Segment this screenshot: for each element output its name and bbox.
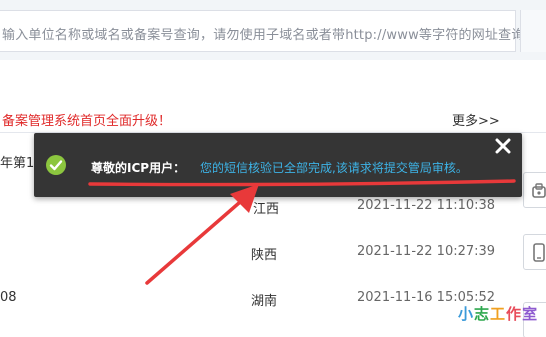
table-row-time: 2021-11-22 11:10:38 [357, 198, 496, 213]
watermark-char: 小 [458, 305, 475, 323]
toast-title: 尊敬的ICP用户： [91, 161, 186, 175]
side-tile-mobile[interactable] [523, 234, 546, 270]
toast-message: 您的短信核验已全部完成,该请求将提交管局审核。 [200, 161, 468, 175]
close-icon[interactable] [494, 137, 512, 155]
table-row-time: 2021-11-22 10:27:39 [357, 244, 496, 259]
page: 输入单位名称或域名或备案号查询，请勿使用子域名或者带http://www等字符的… [0, 0, 546, 337]
news-headline[interactable]: 备案管理系统首页全面升级！ [2, 110, 171, 129]
phone-icon [532, 183, 546, 198]
watermark: 小志工作室 [458, 303, 538, 324]
check-circle-icon [46, 155, 66, 175]
more-link[interactable]: 更多>> [452, 110, 500, 129]
table-row-province: 陕西 [251, 248, 278, 263]
sms-verification-toast: 尊敬的ICP用户： 您的短信核验已全部完成,该请求将提交管局审核。 [34, 133, 522, 197]
watermark-char: 志 [474, 305, 491, 323]
side-tile-phone[interactable] [523, 172, 546, 208]
table-row-name[interactable]: 08 [0, 290, 17, 305]
search-placeholder: 输入单位名称或域名或备案号查询，请勿使用子域名或者带http://www等字符的… [2, 28, 525, 43]
table-row-province: 江西 [253, 202, 280, 217]
watermark-char: 工 [490, 305, 507, 323]
watermark-char: 室 [522, 305, 539, 323]
watermark-char: 作 [506, 305, 523, 323]
search-button[interactable] [520, 10, 546, 52]
table-row-province: 湖南 [251, 294, 278, 309]
mobile-icon [533, 243, 545, 262]
table-row-name[interactable]: 年第1 [0, 152, 34, 171]
